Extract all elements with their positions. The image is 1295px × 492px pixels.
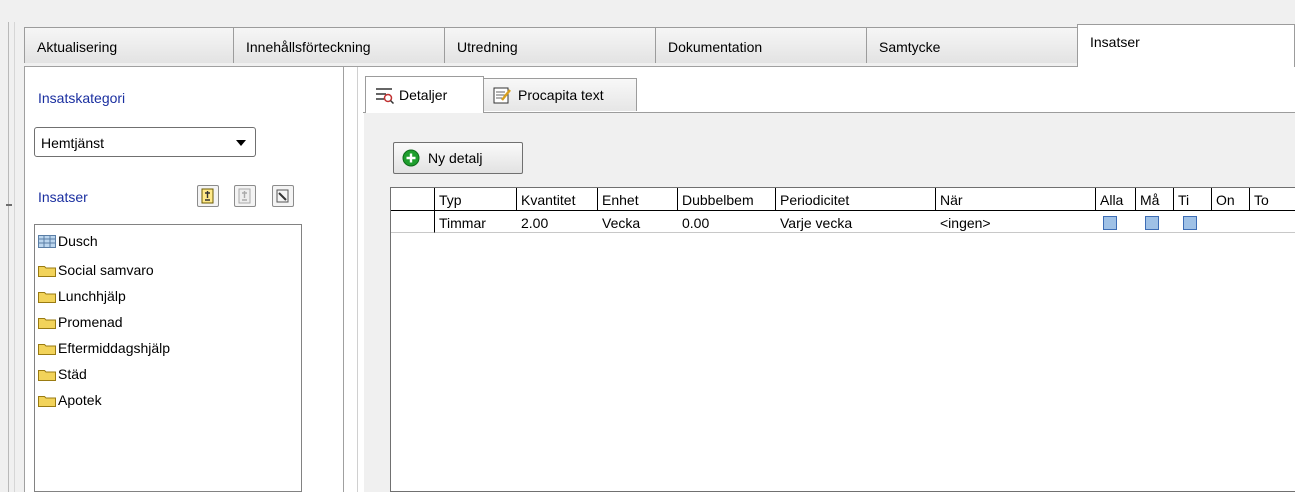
column-header-ti[interactable]: Ti [1174,188,1212,211]
insatskategori-dropdown[interactable]: Hemtjänst [34,127,256,157]
tree-item-label: Lunchhjälp [58,288,126,304]
detail-grid[interactable]: Typ Kvantitet Enhet Dubbelbem Periodicit… [390,187,1295,492]
cell-periodicitet[interactable]: Varje vecka [776,211,936,233]
tab-procapita-text[interactable]: Procapita text [483,78,637,111]
folder-icon [38,369,56,381]
tab-detaljer-label: Detaljer [399,87,448,103]
main-tab-strip: Aktualisering Innehållsförteckning Utred… [24,24,1295,67]
row-selector[interactable] [391,211,435,233]
tree-item-label: Dusch [58,233,98,249]
tab-detaljer[interactable]: Detaljer [365,76,484,113]
folder-icon [38,265,56,277]
tree-item-social-samvaro[interactable]: Social samvaro [38,260,154,280]
folder-icon [38,395,56,407]
column-header-kvantitet[interactable]: Kvantitet [517,188,598,211]
tree-item-label: Social samvaro [58,262,154,278]
tree-item-label: Eftermiddagshjälp [58,340,171,356]
cell-enhet[interactable]: Vecka [598,211,678,233]
ny-detalj-button[interactable]: Ny detalj [393,142,523,174]
tree-item-label: Promenad [58,314,123,330]
folder-icon [38,317,56,329]
column-header-nar[interactable]: När [936,188,1096,211]
column-header-periodicitet[interactable]: Periodicitet [776,188,936,211]
panel-splitter[interactable] [343,67,344,492]
tree-item-label: Städ [58,366,87,382]
tab-dokumentation[interactable]: Dokumentation [655,27,867,63]
cell-nar[interactable]: <ingen> [936,211,1096,233]
folder-icon [38,291,56,303]
tab-samtycke[interactable]: Samtycke [866,27,1078,63]
insatser-label: Insatser [38,189,88,205]
tab-aktualisering[interactable]: Aktualisering [24,27,234,63]
column-header-typ[interactable]: Typ [435,188,517,211]
chevron-down-icon [236,140,246,146]
panel-splitter-edge [357,67,358,492]
column-header-alla[interactable]: Alla [1096,188,1136,211]
cell-typ[interactable]: Timmar [435,211,517,233]
grid-row-header-corner [391,188,435,211]
insatskategori-label: Insatskategori [38,90,126,106]
tab-insatser[interactable]: Insatser [1077,24,1295,67]
cell-dubbelbem[interactable]: 0.00 [678,211,776,233]
pencil-icon[interactable] [272,185,294,207]
edit-icon[interactable] [197,185,219,207]
cell-kvantitet[interactable]: 2.00 [517,211,598,233]
checkbox-ti[interactable] [1183,216,1197,230]
tree-item-promenad[interactable]: Promenad [38,312,123,332]
notepad-icon [493,87,511,104]
column-header-ma[interactable]: Må [1136,188,1174,211]
tree-item-lunchhjalp[interactable]: Lunchhjälp [38,286,126,306]
tree-item-label: Apotek [58,392,102,408]
ny-detalj-label: Ny detalj [428,150,483,166]
plus-circle-icon [402,149,420,167]
tab-utredning[interactable]: Utredning [444,27,656,63]
splitter-handle[interactable] [6,204,12,206]
column-header-on[interactable]: On [1212,188,1250,211]
left-frame-border [8,22,9,492]
column-header-dubbelbem[interactable]: Dubbelbem [678,188,776,211]
details-icon [376,88,394,104]
checkbox-ma[interactable] [1145,216,1159,230]
table-icon [38,234,56,248]
column-header-enhet[interactable]: Enhet [598,188,678,211]
tree-item-eftermiddagshjalp[interactable]: Eftermiddagshjälp [38,338,170,358]
edit-disabled-icon [234,185,256,207]
top-band [0,0,1295,22]
insatskategori-value: Hemtjänst [41,135,105,151]
checkbox-alla[interactable] [1103,216,1117,230]
tree-item-stad[interactable]: Städ [38,364,87,384]
column-header-to[interactable]: To [1250,188,1295,211]
folder-icon [38,343,56,355]
inner-tab-baseline [363,112,1295,113]
tab-procapita-text-label: Procapita text [518,87,604,103]
insatser-tree[interactable]: Dusch Social samvaro Lunchhjälp Promenad… [34,224,302,492]
tree-item-apotek[interactable]: Apotek [38,390,102,410]
left-frame-border-inner [14,22,15,492]
tab-innehallsforteckning[interactable]: Innehållsförteckning [233,27,445,63]
tree-item-dusch[interactable]: Dusch [38,231,98,251]
